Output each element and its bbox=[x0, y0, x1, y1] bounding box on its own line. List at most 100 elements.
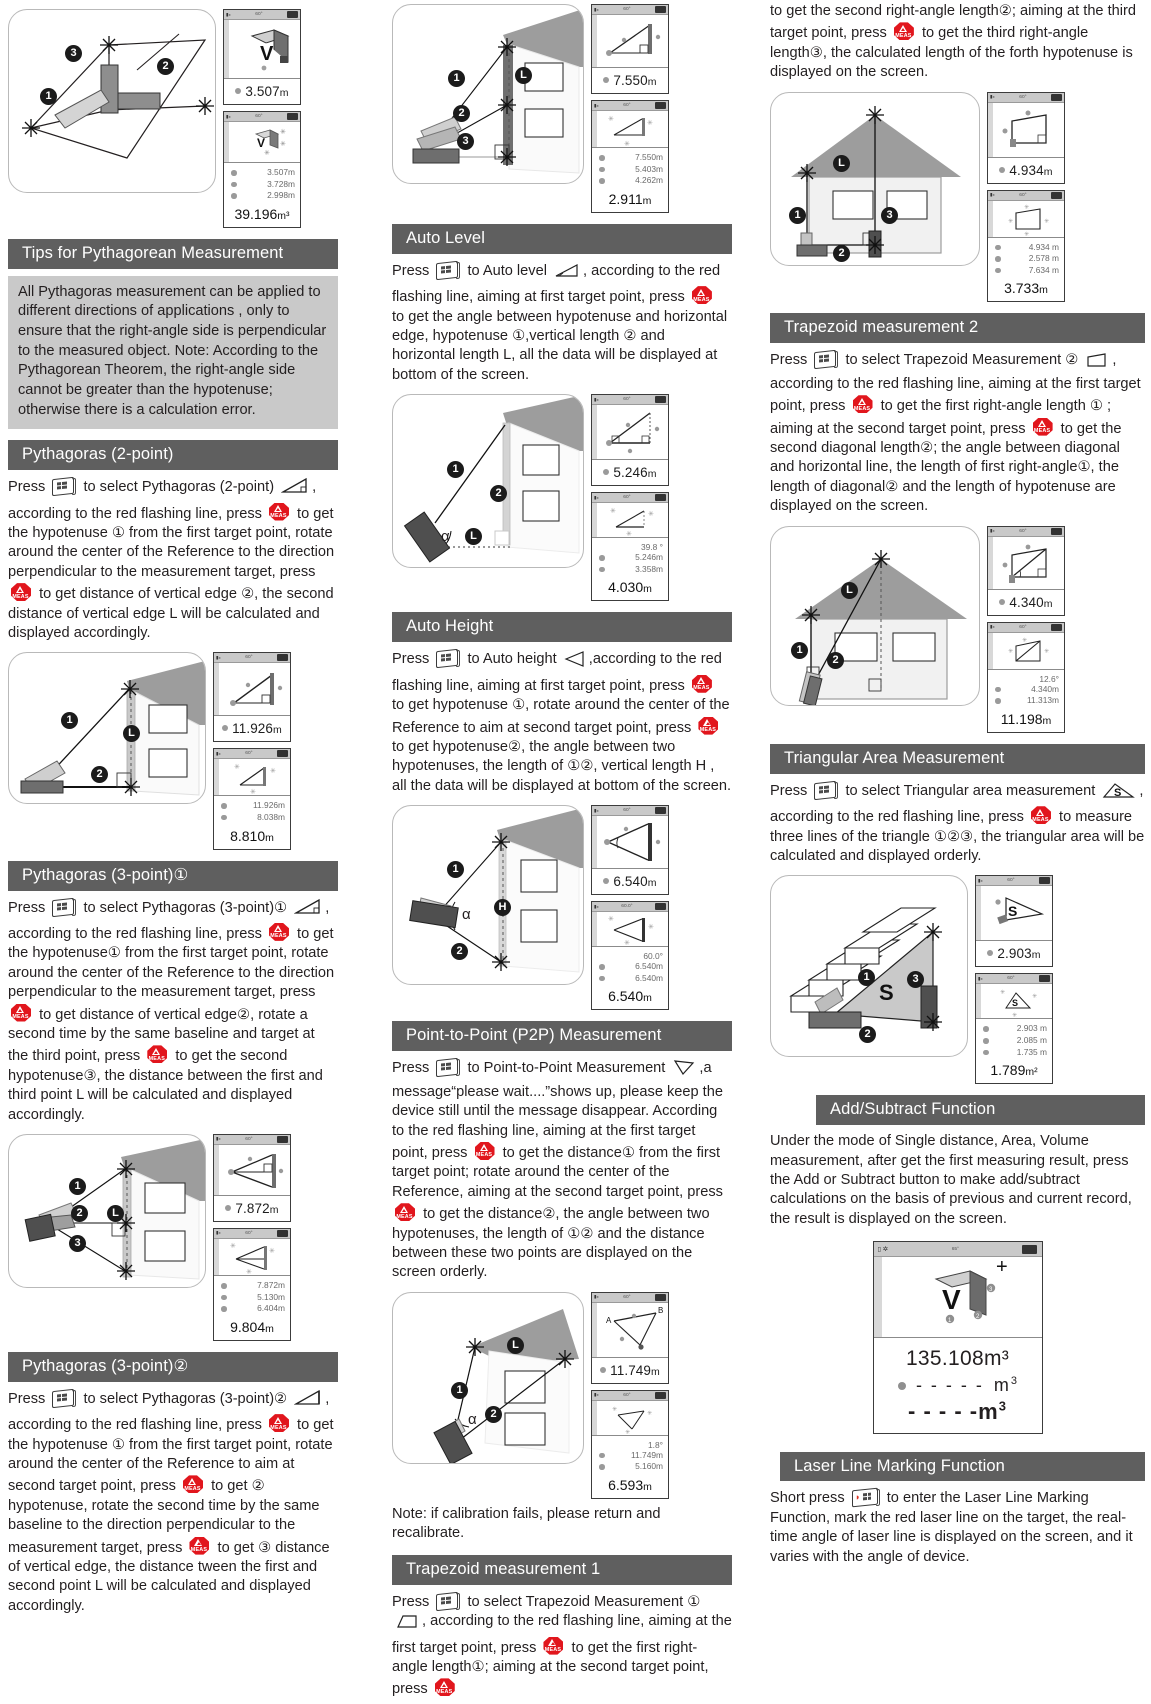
manual-page: 3 2 1 ▮⁎ 60° V 3.507m ▮⁎ 60° V ✳ ✳ ✳ 3.5… bbox=[0, 0, 1151, 1697]
badge-2: 2 bbox=[827, 651, 844, 669]
lcd-mode-icon: ✳ ✳ ✳ bbox=[988, 632, 1064, 670]
figure-volume: 3 2 1 ▮⁎ 60° V 3.507m ▮⁎ 60° V ✳ ✳ ✳ 3.5… bbox=[8, 9, 338, 228]
meas-key-icon: MEAS bbox=[268, 1413, 291, 1434]
meas-key-icon: MEAS bbox=[394, 1202, 417, 1223]
trapezoid-1-symbol-icon bbox=[395, 1613, 419, 1635]
scene-volume: 3 2 1 bbox=[8, 9, 216, 193]
lcd-mode-icon bbox=[988, 536, 1064, 590]
lcd-row-unit: m3 bbox=[993, 1375, 1018, 1396]
lcd-mode-icon: S bbox=[976, 886, 1052, 942]
scene-autolevel: 1 2 L α bbox=[392, 394, 584, 569]
trapezoid-1-body-cont: to get the second right-angle length②; a… bbox=[770, 3, 1136, 81]
battery-icon bbox=[287, 11, 298, 18]
pythagoras-2point-body: Press to select Pythagoras (2-point) , a… bbox=[8, 476, 338, 643]
auto-level-symbol-icon bbox=[554, 263, 580, 285]
badge-L: L bbox=[841, 581, 858, 599]
lcd-value: 3.507m bbox=[224, 79, 300, 104]
svg-text:✳: ✳ bbox=[647, 1410, 652, 1417]
badge-3: 3 bbox=[457, 133, 474, 150]
battery-icon bbox=[1051, 527, 1062, 535]
figure-auto-height: 1 2 H α ▮⁎ 60° 6.540m ▮⁎ 60.0° ✳ ✳ ✳ 60.… bbox=[392, 805, 732, 1011]
badge-L: L bbox=[833, 154, 850, 172]
lcd-pyth3b-list: ▮⁎ 60° ✳ ✳ ✳ 7.550m 5.403m 4.262m 2.911m bbox=[591, 100, 669, 213]
badge-2: 2 bbox=[485, 1405, 502, 1423]
figure-pythagoras-3point-1: 1 2 3 L ▮⁎ 60° 7.872m ▮⁎ 60° ✳ ✳ ✳ 7.872… bbox=[8, 1133, 338, 1341]
lcd-mode-icon: ✳ ✳ ✳ bbox=[592, 1400, 668, 1436]
section-heading-triangular-area: Triangular Area Measurement bbox=[770, 743, 1145, 774]
section-heading-laser-line: Laser Line Marking Function bbox=[780, 1451, 1145, 1482]
svg-text:✳: ✳ bbox=[625, 1429, 630, 1435]
lcd-mode-icon: V bbox=[224, 20, 300, 79]
trapezoid-2-symbol-icon bbox=[1085, 352, 1109, 374]
lcd-mode-icon bbox=[214, 663, 290, 717]
svg-text:✳: ✳ bbox=[647, 119, 653, 127]
lcd-pyth2-single: ▮⁎ 60° 11.926m bbox=[213, 652, 291, 743]
svg-text:✳: ✳ bbox=[246, 1268, 252, 1275]
meas-key-icon: MEAS bbox=[852, 394, 875, 415]
svg-text:S: S bbox=[1012, 998, 1018, 1008]
section-heading-add-subtract: Add/Subtract Function bbox=[816, 1095, 1145, 1126]
lcd-left-icons: ▮⁎ bbox=[226, 11, 231, 17]
meas-key-icon: MEAS bbox=[146, 1044, 169, 1065]
lcd-statusbar: ▯ ✲ 65° bbox=[873, 1242, 1042, 1258]
lcd-row: 3.728m bbox=[229, 179, 295, 191]
meas-key-icon: MEAS bbox=[268, 922, 291, 943]
lcd-triarea-list: ▮⁎ 60° S ✳ ✳ ✳ 2.903 m 2.085 m 1.735 m 1… bbox=[975, 973, 1053, 1085]
lcd-mode-icon bbox=[592, 405, 668, 461]
badge-3: 3 bbox=[881, 206, 898, 224]
scene-autoheight: 1 2 H α bbox=[392, 805, 584, 986]
svg-text:✳: ✳ bbox=[264, 149, 270, 157]
lcd-mode-icon bbox=[988, 102, 1064, 158]
svg-text:✳: ✳ bbox=[1022, 637, 1027, 644]
lcd-last-unit: m3 bbox=[978, 1398, 1007, 1424]
section-heading-pythagoras-3point-2: Pythagoras (3-point)② bbox=[8, 1351, 338, 1382]
svg-text:V: V bbox=[260, 43, 274, 65]
badge-L: L bbox=[507, 1336, 524, 1354]
scene-volume-art bbox=[22, 33, 214, 159]
badge-3: 3 bbox=[65, 45, 82, 62]
meas-key-icon: MEAS bbox=[691, 674, 714, 695]
svg-text:✳: ✳ bbox=[626, 530, 632, 537]
svg-text:B: B bbox=[658, 1306, 663, 1315]
lcd-angle: 65° bbox=[951, 1246, 959, 1252]
meas-key-icon: MEAS bbox=[10, 582, 33, 603]
svg-text:✳: ✳ bbox=[612, 1406, 617, 1413]
section-heading-pythagoras-2point: Pythagoras (2-point) bbox=[8, 440, 338, 471]
badge-L: L bbox=[515, 67, 532, 84]
svg-text:✳: ✳ bbox=[234, 763, 240, 771]
column-right: to get the second right-angle length②; a… bbox=[770, 0, 1145, 1571]
badge-2: 2 bbox=[71, 1204, 88, 1222]
lcd-volume-list: ▮⁎ 60° V ✳ ✳ ✳ 3.507m 3.728m 2.998m 39.1… bbox=[223, 111, 301, 228]
section-heading-tips: Tips for Pythagorean Measurement bbox=[8, 238, 338, 269]
meas-key-icon: MEAS bbox=[1032, 417, 1055, 438]
meas-key-icon: MEAS bbox=[697, 716, 720, 737]
alpha-label: α bbox=[468, 1410, 477, 1428]
battery-icon bbox=[1022, 1244, 1038, 1254]
lcd-statusbar: ▮⁎ 60° bbox=[224, 112, 300, 122]
svg-text:✳: ✳ bbox=[270, 767, 276, 775]
badge-3: 3 bbox=[69, 1234, 86, 1252]
battery-icon bbox=[655, 903, 666, 911]
battery-icon bbox=[1039, 975, 1050, 983]
add-subtract-body: Under the mode of Single distance, Area,… bbox=[770, 1133, 1132, 1227]
lcd-p2p-single: ▮⁎ 60° A B 11.749m bbox=[591, 1291, 669, 1384]
menu-key-icon bbox=[51, 897, 77, 917]
lcd-angle: 60° bbox=[255, 12, 263, 17]
lcd-angle-value: 1.8° bbox=[648, 1439, 663, 1450]
svg-text:✳: ✳ bbox=[1024, 204, 1029, 211]
lcd-mode-icon: V + 3 2 1 bbox=[873, 1256, 1042, 1339]
battery-icon bbox=[277, 750, 288, 758]
meas-key-icon: MEAS bbox=[893, 21, 916, 42]
badge-1: 1 bbox=[791, 641, 808, 659]
battery-icon bbox=[655, 396, 666, 404]
tips-body: All Pythagoras measurement can be applie… bbox=[8, 275, 338, 430]
pythagoras-3point-2-symbol-icon bbox=[293, 1389, 322, 1413]
lcd-p2p-list: ▮⁎ 60° ✳ ✳ ✳ 1.8° 11.749m 5.160m 6.593m bbox=[591, 1389, 669, 1499]
figure-pythagoras-2point: 1 2 L ▮⁎ 60° 11.926m ▮⁎ 60° ✳ ✳ ✳ 11.926… bbox=[8, 652, 338, 850]
battery-icon bbox=[277, 1229, 288, 1237]
battery-icon bbox=[1051, 191, 1062, 199]
meas-key-icon: MEAS bbox=[434, 1677, 457, 1698]
battery-icon bbox=[277, 654, 288, 662]
battery-icon bbox=[655, 1293, 666, 1301]
badge-2: 2 bbox=[157, 58, 174, 75]
